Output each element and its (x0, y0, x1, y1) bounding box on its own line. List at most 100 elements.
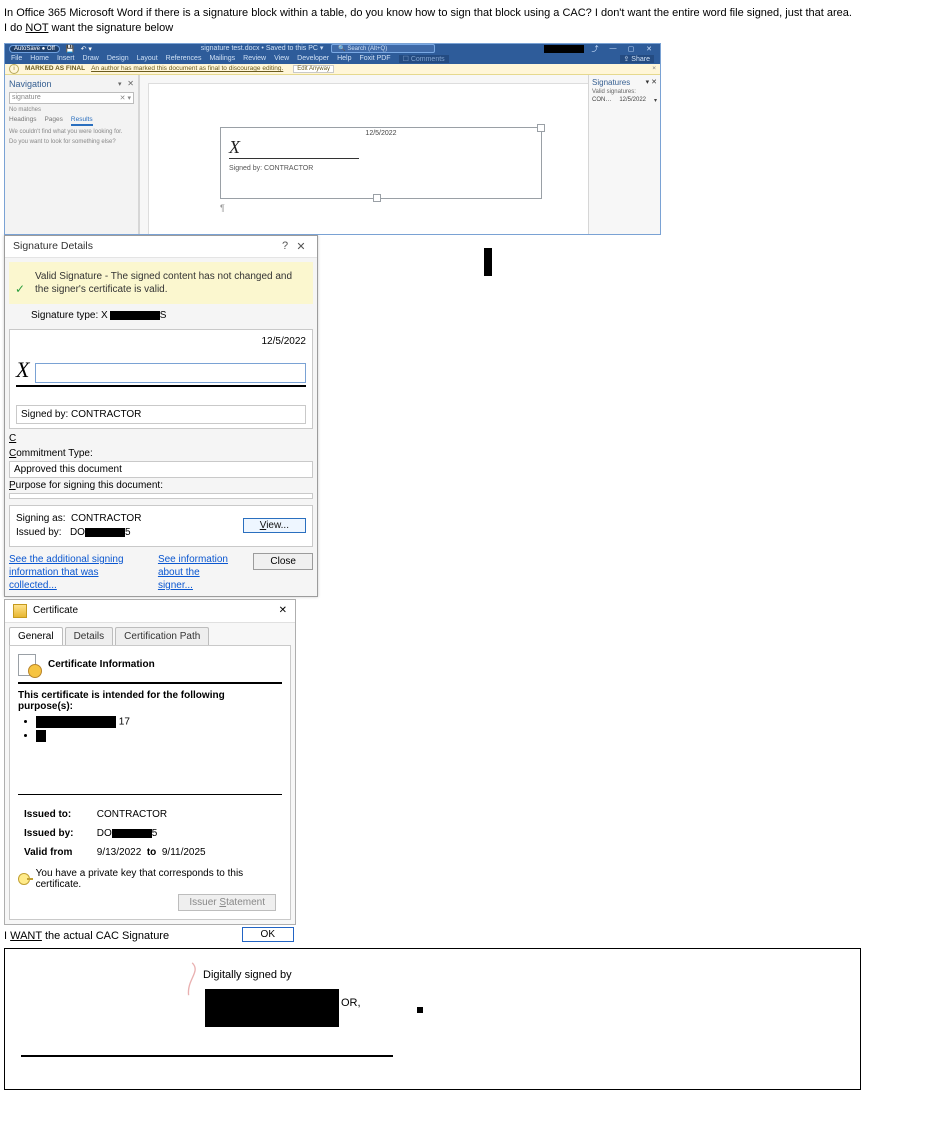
preview-date: 12/5/2022 (16, 336, 306, 347)
cert-tab-path[interactable]: Certification Path (115, 627, 209, 645)
search-placeholder: Search (Alt+Q) (347, 46, 387, 52)
share-button[interactable]: ⇪ Share (620, 55, 655, 63)
link-additional-info[interactable]: See the additional signing information t… (9, 554, 124, 591)
window-close[interactable]: ✕ (642, 45, 656, 53)
cert-issued-by-label: Issued by: (24, 824, 94, 843)
document-title[interactable]: signature test.docx • Saved to this PC ▾ (201, 45, 324, 52)
sigpane-chevron-icon[interactable]: ▾ (646, 79, 650, 86)
tab-view[interactable]: View (274, 55, 289, 62)
comments-button[interactable]: ☐ Comments (399, 55, 449, 63)
search-box[interactable]: 🔍 Search (Alt+Q) (331, 44, 435, 53)
issued-to-label: Issued to: (24, 805, 94, 824)
signing-as-label: Signing as: (16, 513, 65, 524)
nav-tab-pages[interactable]: Pages (44, 116, 62, 126)
redacted-user (544, 45, 584, 53)
nav-chevron-icon[interactable]: ▾ (118, 81, 122, 88)
word-window: AutoSave ● Off 💾 ↶ ▾ signature test.docx… (4, 43, 661, 235)
nav-close[interactable]: ✕ (127, 79, 134, 88)
view-button[interactable]: View... (243, 518, 306, 533)
dialog-help-icon[interactable]: ? (277, 240, 293, 252)
nav-msg-2: Do you want to look for something else? (9, 139, 134, 146)
edit-anyway-button[interactable]: Edit Anyway (293, 65, 334, 73)
link-signer-info[interactable]: See information about the signer... (158, 554, 228, 591)
marked-final-text: An author has marked this document as fi… (91, 65, 283, 72)
window-maximize[interactable]: ▢ (624, 45, 638, 53)
certificate-icon (13, 604, 27, 618)
tab-foxit[interactable]: Foxit PDF (359, 55, 390, 62)
tab-draw[interactable]: Draw (82, 55, 98, 62)
cert-close-icon[interactable]: ✕ (279, 605, 287, 616)
desired-right-text: OR, (341, 997, 361, 1009)
commitment-label: C (9, 433, 313, 444)
cert-info-heading: Certificate Information (48, 659, 155, 670)
signature-input[interactable] (35, 363, 306, 383)
tab-home[interactable]: Home (30, 55, 49, 62)
tab-references[interactable]: References (166, 55, 202, 62)
cert-tab-general[interactable]: General (9, 627, 63, 645)
autosave-toggle[interactable]: AutoSave ● Off (9, 45, 60, 53)
preview-signed-by: Signed by: CONTRACTOR (21, 409, 141, 420)
sigpane-item-date: 12/5/2022 (619, 97, 646, 104)
valid-check-icon: ✓ (15, 282, 29, 296)
issued-by-label: Issued by: (16, 527, 62, 538)
nav-no-matches: No matches (9, 107, 134, 113)
signature-preview: 12/5/2022 X Signed by: CONTRACTOR (9, 329, 313, 429)
issued-to-value: CONTRACTOR (97, 809, 167, 820)
info-icon: i (9, 64, 19, 74)
tab-file[interactable]: File (11, 55, 22, 62)
intro-line1: In Office 365 Microsoft Word if there is… (4, 6, 934, 21)
ok-button[interactable]: OK (242, 927, 294, 942)
certificate-dialog: Certificate ✕ General Details Certificat… (4, 599, 296, 925)
valid-from: 9/13/2022 (97, 847, 142, 858)
redacted-bar (484, 248, 492, 276)
tab-layout[interactable]: Layout (137, 55, 158, 62)
tab-mailings[interactable]: Mailings (209, 55, 235, 62)
sigpane-item-chevron-icon[interactable]: ▾ (654, 97, 657, 104)
signature-x: X (229, 137, 541, 158)
intro-line2: I do NOT want the signature below (4, 21, 934, 36)
cert-tab-details[interactable]: Details (65, 627, 114, 645)
issued-by-prefix: DO (70, 527, 85, 538)
save-icon[interactable]: 💾 (66, 45, 75, 53)
nav-search-input[interactable]: signature ✕ ▾ (9, 92, 134, 104)
cert-purpose-tail: 17 (119, 716, 130, 727)
sigpane-close[interactable]: ✕ (651, 79, 657, 86)
undo-icon[interactable]: ↶ ▾ (81, 45, 92, 53)
tab-review[interactable]: Review (243, 55, 266, 62)
tab-developer[interactable]: Developer (297, 55, 329, 62)
key-icon (18, 873, 30, 885)
sigpane-item[interactable]: CON… 12/5/2022 ▾ (592, 97, 657, 104)
signing-as-value: CONTRACTOR (71, 513, 141, 524)
nav-tab-headings[interactable]: Headings (9, 116, 36, 126)
certificate-info-icon (18, 654, 40, 676)
sigpane-valid-label: Valid signatures: (592, 89, 657, 95)
want-underline: WANT (10, 930, 42, 942)
intro-text: In Office 365 Microsoft Word if there is… (0, 0, 938, 39)
window-minimize[interactable]: — (606, 45, 620, 53)
private-key-msg: You have a private key that corresponds … (36, 868, 282, 890)
preview-underline (16, 385, 306, 387)
tab-insert[interactable]: Insert (57, 55, 75, 62)
tab-help[interactable]: Help (337, 55, 351, 62)
purpose-value[interactable] (9, 493, 313, 499)
nav-search-clear-icon[interactable]: ✕ ▾ (120, 94, 131, 102)
document-area[interactable]: 12/5/2022 X Signed by: CONTRACTOR ¶ (139, 75, 588, 235)
table-resize-icon[interactable] (373, 194, 381, 202)
marked-as-final-bar: i MARKED AS FINAL An author has marked t… (5, 64, 660, 75)
table-handle-icon[interactable] (537, 124, 545, 132)
dialog-close-icon[interactable]: ✕ (293, 240, 309, 253)
want-suffix: the actual CAC Signature (42, 930, 169, 942)
issuer-statement-button[interactable]: Issuer Statement (178, 894, 276, 911)
marked-final-close[interactable]: × (652, 65, 656, 72)
cert-purpose-1: 17 (36, 716, 282, 728)
redacted-purpose-1 (36, 716, 116, 728)
nav-tab-results[interactable]: Results (71, 116, 93, 126)
navigation-pane: Navigation ▾ ✕ signature ✕ ▾ No matches … (5, 75, 139, 235)
page: 12/5/2022 X Signed by: CONTRACTOR ¶ (160, 87, 578, 231)
nav-msg-1: We couldn't find what you were looking f… (9, 129, 134, 136)
tab-design[interactable]: Design (107, 55, 129, 62)
cert-title: Certificate (33, 605, 78, 616)
close-button[interactable]: Close (253, 553, 313, 570)
signature-table[interactable]: 12/5/2022 X Signed by: CONTRACTOR (220, 127, 542, 199)
ribbon-display-options-icon[interactable]: ⤴ (588, 45, 602, 53)
